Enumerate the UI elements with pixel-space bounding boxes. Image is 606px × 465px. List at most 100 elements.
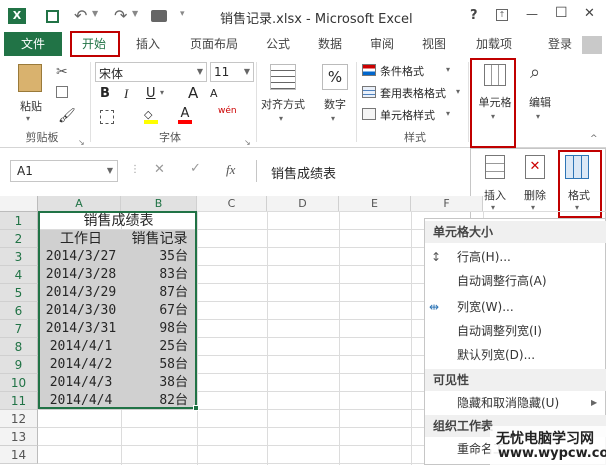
menu-auto-column-width[interactable]: 自动调整列宽(I) — [425, 319, 606, 343]
tab-formulas[interactable]: 公式 — [258, 32, 298, 56]
cancel-entry-icon[interactable]: ✕ — [154, 162, 165, 177]
number-button[interactable]: 数字 — [316, 96, 354, 112]
undo-dropdown-icon[interactable]: ▼ — [92, 9, 98, 18]
user-avatar[interactable] — [582, 36, 602, 54]
row-header[interactable]: 3 — [0, 248, 38, 266]
phonetic-button[interactable]: wén — [218, 106, 237, 116]
conditional-format-dropdown-icon[interactable]: ▾ — [446, 65, 450, 74]
select-all-corner[interactable] — [0, 196, 38, 212]
sales-cell[interactable]: 98台 — [122, 320, 188, 338]
bold-button[interactable]: B — [100, 86, 110, 101]
sales-cell[interactable]: 35台 — [122, 248, 188, 266]
border-icon[interactable] — [100, 110, 114, 124]
row-header[interactable]: 5 — [0, 284, 38, 302]
date-cell[interactable]: 2014/3/28 — [40, 266, 122, 284]
alignment-dropdown-icon[interactable]: ▾ — [279, 114, 283, 123]
row-header[interactable]: 6 — [0, 302, 38, 320]
confirm-entry-icon[interactable]: ✓ — [190, 161, 201, 176]
close-button[interactable]: ✕ — [584, 6, 595, 21]
row-header[interactable]: 1 — [0, 212, 38, 230]
column-header-d[interactable]: D — [267, 196, 339, 212]
row-header[interactable]: 9 — [0, 356, 38, 374]
cut-icon[interactable]: ✂ — [56, 64, 68, 80]
table-format-dropdown-icon[interactable]: ▾ — [456, 87, 460, 96]
help-button[interactable]: ? — [470, 8, 478, 23]
row-header[interactable]: 13 — [0, 428, 38, 446]
insert-function-button[interactable]: fx — [226, 162, 235, 178]
font-name-dropdown-icon[interactable]: ▼ — [197, 67, 203, 76]
table-format-icon[interactable] — [362, 86, 376, 98]
name-box[interactable]: A1 ▼ — [10, 160, 118, 182]
underline-dropdown-icon[interactable]: ▾ — [160, 88, 164, 97]
tab-view[interactable]: 视图 — [414, 32, 454, 56]
ribbon-display-button[interactable]: ↑ — [496, 9, 508, 21]
login-link[interactable]: 登录 — [540, 32, 580, 56]
date-cell[interactable]: 2014/3/29 — [40, 284, 122, 302]
tab-insert[interactable]: 插入 — [128, 32, 168, 56]
number-dropdown-icon[interactable]: ▾ — [331, 114, 335, 123]
name-box-dropdown-icon[interactable]: ▼ — [107, 166, 113, 175]
font-name-box[interactable]: 宋体 ▼ — [95, 62, 207, 82]
column-header-f[interactable]: F — [411, 196, 483, 212]
menu-default-width[interactable]: 默认列宽(D)... — [425, 343, 606, 367]
format-painter-icon[interactable]: 🖌 — [58, 108, 76, 124]
row-header[interactable]: 4 — [0, 266, 38, 284]
table-format-button[interactable]: 套用表格格式 — [380, 85, 446, 101]
undo-icon[interactable]: ↶ — [74, 6, 87, 25]
tab-addins[interactable]: 加载项 — [468, 32, 520, 56]
sheet-title-cell[interactable]: 销售成绩表 — [40, 212, 197, 230]
formula-input[interactable]: 销售成绩表 — [256, 160, 468, 182]
column-header-a[interactable]: A — [38, 196, 121, 212]
binoculars-icon[interactable]: ⌕ — [530, 62, 540, 83]
conditional-format-icon[interactable] — [362, 64, 376, 76]
date-cell[interactable]: 2014/3/30 — [40, 302, 122, 320]
sales-cell[interactable]: 25台 — [122, 338, 188, 356]
cell-style-dropdown-icon[interactable]: ▾ — [446, 109, 450, 118]
row-header[interactable]: 7 — [0, 320, 38, 338]
header-cell-sales[interactable]: 销售记录 — [122, 230, 197, 248]
date-cell[interactable]: 2014/4/4 — [40, 392, 122, 410]
font-size-dropdown-icon[interactable]: ▼ — [244, 67, 250, 76]
grow-font-button[interactable]: A — [188, 84, 198, 102]
menu-auto-row-height[interactable]: 自动调整行高(A) — [425, 269, 606, 293]
font-color-icon[interactable]: A — [178, 106, 192, 124]
clipboard-launcher-icon[interactable]: ↘ — [78, 138, 85, 147]
row-header[interactable]: 11 — [0, 392, 38, 410]
tab-file[interactable]: 文件 — [4, 32, 62, 56]
tab-data[interactable]: 数据 — [310, 32, 350, 56]
underline-button[interactable]: U — [146, 86, 156, 101]
fill-handle[interactable] — [193, 405, 199, 411]
fill-color-icon[interactable]: ◇ — [144, 108, 158, 124]
row-header[interactable]: 10 — [0, 374, 38, 392]
paste-dropdown-icon[interactable]: ▾ — [26, 114, 30, 123]
conditional-format-button[interactable]: 条件格式 — [380, 63, 424, 79]
alignment-button[interactable]: 对齐方式 — [258, 96, 308, 112]
sales-cell[interactable]: 38台 — [122, 374, 188, 392]
shrink-font-button[interactable]: A — [210, 87, 218, 100]
menu-row-height[interactable]: ↕ 行高(H)... — [425, 245, 606, 269]
edit-button[interactable]: 编辑 — [524, 94, 556, 110]
cell-style-icon[interactable] — [362, 108, 376, 120]
row-header[interactable]: 12 — [0, 410, 38, 428]
menu-hide-unhide[interactable]: 隐藏和取消隐藏(U) ▶ — [425, 391, 606, 415]
minimize-button[interactable]: — — [526, 7, 538, 21]
column-header-b[interactable]: B — [121, 196, 197, 212]
column-header-e[interactable]: E — [339, 196, 411, 212]
sales-cell[interactable]: 83台 — [122, 266, 188, 284]
cell-style-button[interactable]: 单元格样式 — [380, 107, 435, 123]
font-size-box[interactable]: 11 ▼ — [210, 62, 254, 82]
save-icon[interactable] — [46, 10, 59, 23]
redo-icon[interactable]: ↷ — [114, 6, 127, 25]
sales-cell[interactable]: 87台 — [122, 284, 188, 302]
row-header[interactable]: 14 — [0, 446, 38, 464]
delete-button[interactable]: 删除 — [517, 187, 553, 203]
column-header-c[interactable]: C — [197, 196, 267, 212]
font-launcher-icon[interactable]: ↘ — [244, 138, 251, 147]
percent-icon[interactable]: % — [322, 64, 348, 90]
menu-column-width[interactable]: ⇹ 列宽(W)... — [425, 295, 606, 319]
date-cell[interactable]: 2014/3/27 — [40, 248, 122, 266]
paste-button[interactable]: 粘贴 — [16, 98, 46, 114]
copy-icon[interactable] — [56, 86, 68, 98]
row-header[interactable]: 8 — [0, 338, 38, 356]
customize-qat-icon[interactable]: ▾ — [180, 9, 185, 19]
